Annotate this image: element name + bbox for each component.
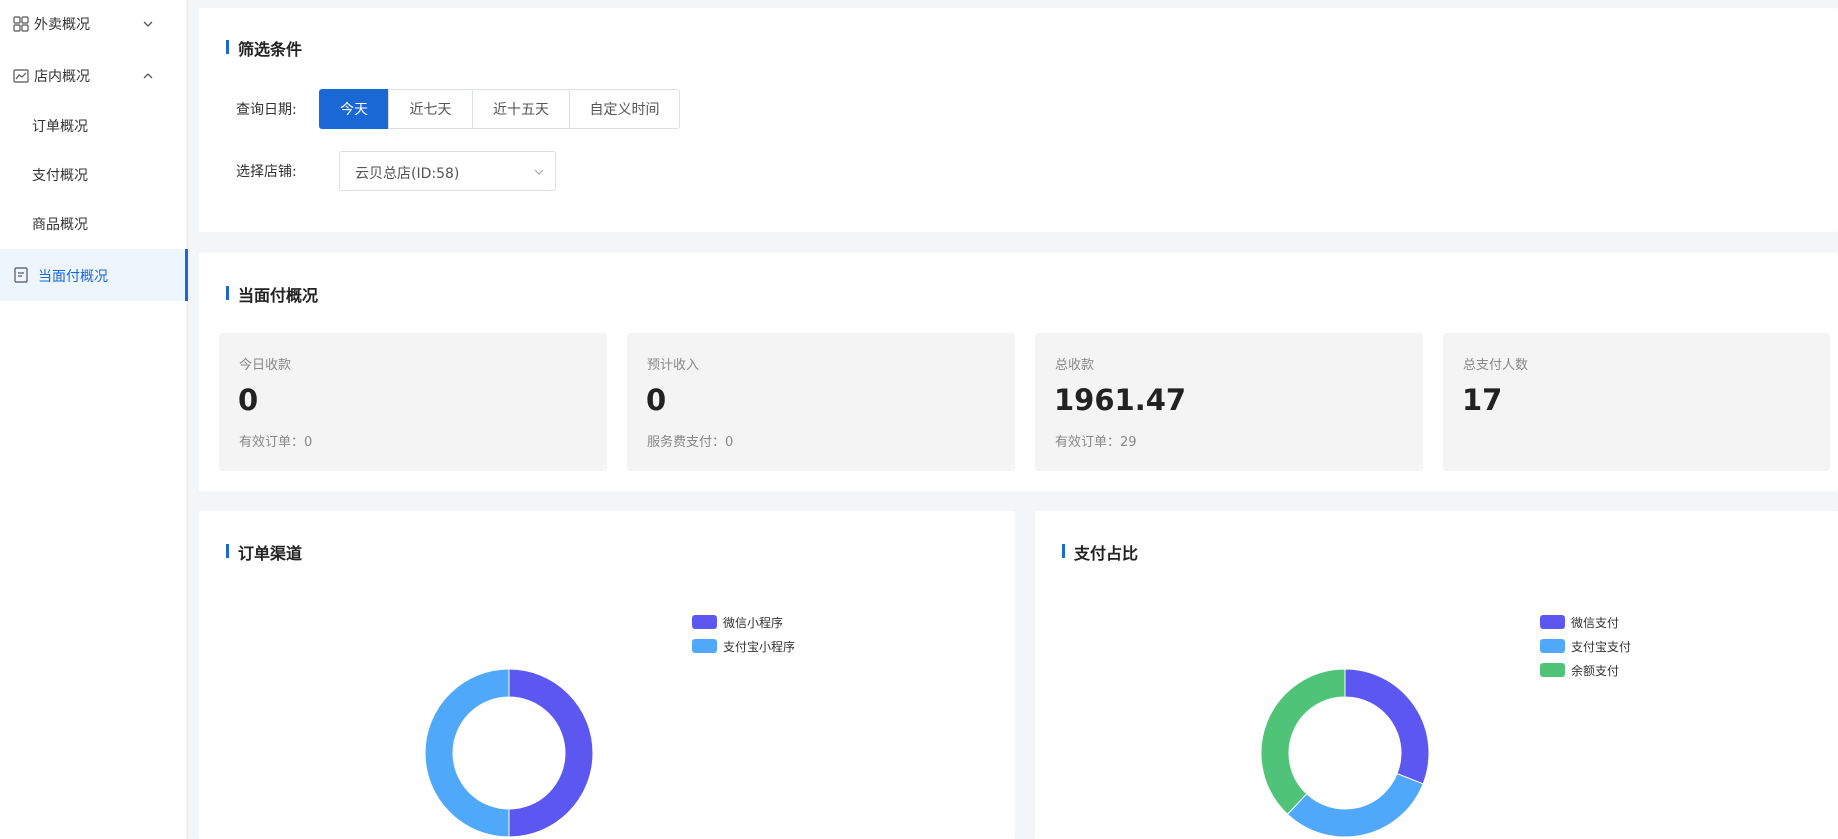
legend-item[interactable]: 支付宝小程序 <box>692 634 795 658</box>
donut-slice[interactable] <box>1286 772 1424 838</box>
legend-label: 微信小程序 <box>723 615 784 630</box>
payment-share-legend: 微信支付支付宝支付余额支付 <box>1540 610 1631 682</box>
sidebar-item-face-pay[interactable]: 当面付概况 <box>0 249 188 301</box>
payment-share-title: 支付占比 <box>1062 540 1138 564</box>
sidebar-item-label: 商品概况 <box>32 217 88 233</box>
legend-item[interactable]: 余额支付 <box>1540 658 1631 682</box>
order-channel-title: 订单渠道 <box>226 540 302 564</box>
stat-card-total: 总收款 1961.47 有效订单：29 <box>1035 333 1423 471</box>
legend-label: 微信支付 <box>1571 615 1620 630</box>
stat-card-expected: 预计收入 0 服务费支付：0 <box>627 333 1015 471</box>
donut-slice[interactable] <box>508 668 594 838</box>
date-option-15days[interactable]: 近十五天 <box>472 89 570 129</box>
sidebar-item-label: 当面付概况 <box>38 269 108 285</box>
legend-swatch <box>1540 639 1565 653</box>
sidebar-item-takeout[interactable]: 外卖概况 <box>0 0 188 48</box>
donut-slice[interactable] <box>1344 668 1430 785</box>
store-select[interactable]: 云贝总店(ID:58) <box>339 151 556 191</box>
sidebar-item-payments[interactable]: 支付概况 <box>0 153 188 197</box>
order-channel-legend: 微信小程序支付宝小程序 <box>692 610 795 658</box>
payment-share-donut <box>1260 668 1430 838</box>
chevron-down-icon <box>534 169 544 175</box>
stat-sub: 服务费支付：0 <box>647 435 734 450</box>
legend-swatch <box>692 639 717 653</box>
date-option-today[interactable]: 今天 <box>319 89 389 129</box>
legend-item[interactable]: 微信小程序 <box>692 610 795 634</box>
sidebar-item-products[interactable]: 商品概况 <box>0 202 188 246</box>
legend-item[interactable]: 支付宝支付 <box>1540 634 1631 658</box>
stat-sub: 有效订单：0 <box>239 435 313 450</box>
stat-value: 1961.47 <box>1054 383 1187 417</box>
chevron-down-icon <box>143 21 153 27</box>
chevron-up-icon <box>143 73 153 79</box>
stat-label: 今日收款 <box>239 358 292 373</box>
date-option-custom[interactable]: 自定义时间 <box>569 89 680 129</box>
date-label: 查询日期: <box>236 102 297 118</box>
order-channel-card <box>199 511 1015 839</box>
order-channel-donut <box>424 668 594 838</box>
receipt-icon <box>14 267 28 283</box>
legend-item[interactable]: 微信支付 <box>1540 610 1631 634</box>
legend-label: 支付宝小程序 <box>723 639 796 654</box>
stat-label: 总收款 <box>1055 358 1095 373</box>
legend-label: 支付宝支付 <box>1571 639 1632 654</box>
stat-value: 0 <box>646 383 667 417</box>
legend-swatch <box>1540 615 1565 629</box>
date-range-selector: 今天 近七天 近十五天 自定义时间 <box>319 89 680 129</box>
sidebar-item-instore[interactable]: 店内概况 <box>0 52 188 100</box>
legend-swatch <box>1540 663 1565 677</box>
stat-sub: 有效订单：29 <box>1055 435 1137 450</box>
legend-label: 余额支付 <box>1571 663 1620 678</box>
grid-icon <box>13 16 29 32</box>
sidebar: 外卖概况 店内概况 订单概况 支付概况 商品概况 当面付概况 <box>0 0 188 839</box>
sidebar-item-label: 订单概况 <box>32 119 88 135</box>
sidebar-item-label: 支付概况 <box>32 168 88 184</box>
stat-value: 0 <box>238 383 259 417</box>
stat-card-payers: 总支付人数 17 <box>1443 333 1830 471</box>
store-label: 选择店铺: <box>236 164 297 180</box>
stat-label: 预计收入 <box>647 358 700 373</box>
stat-value: 17 <box>1462 383 1503 417</box>
chart-line-icon <box>13 69 29 83</box>
filter-title: 筛选条件 <box>226 36 302 60</box>
stat-label: 总支付人数 <box>1463 358 1529 373</box>
stat-card-today: 今日收款 0 有效订单：0 <box>219 333 607 471</box>
legend-swatch <box>692 615 717 629</box>
sidebar-item-label: 外卖概况 <box>34 17 90 33</box>
overview-title: 当面付概况 <box>226 282 318 306</box>
donut-slice[interactable] <box>1260 668 1346 815</box>
sidebar-item-label: 店内概况 <box>34 69 90 85</box>
store-select-value: 云贝总店(ID:58) <box>355 166 460 182</box>
date-option-7days[interactable]: 近七天 <box>388 89 473 129</box>
sidebar-item-orders[interactable]: 订单概况 <box>0 104 188 148</box>
donut-slice[interactable] <box>424 668 510 838</box>
